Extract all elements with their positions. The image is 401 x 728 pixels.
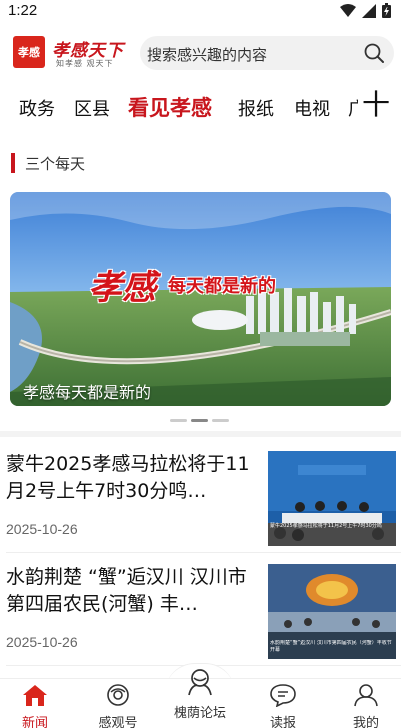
nav-tab-dianshi[interactable]: 电视 [294,95,330,121]
nav-more-button[interactable]: 十 [362,91,390,119]
carousel-indicator [170,419,229,422]
user-icon [354,684,378,707]
nav-tab-zhengwu[interactable]: 政务 [19,95,55,121]
tab-label: 感观号 [98,716,138,728]
tab-read-paper[interactable]: 读报 [248,683,318,728]
nav-tab-kanjian-xiaogan[interactable]: 看见孝感 [128,92,212,122]
section-divider [0,431,401,437]
nav-tab-guangbo[interactable]: 广 [348,95,358,121]
news-title[interactable]: 蒙牛2025孝感马拉松将于11月2号上午7时30分鸣… [6,451,258,505]
search-icon[interactable] [364,43,384,63]
nav-tab-quxian[interactable]: 区县 [74,95,110,121]
wifi-icon [340,3,356,17]
news-title[interactable]: 水韵荆楚 “蟹”逅汉川 汉川市第四届农民(河蟹) 丰… [6,564,258,618]
news-item[interactable]: 水韵荆楚 “蟹”逅汉川 汉川市第四届农民(河蟹) 丰… 2025-10-26 水… [0,554,401,666]
tab-ganguanhao[interactable]: 感观号 [83,683,153,728]
bottom-tab-bar: 新闻 感观号 槐荫论坛 读报 我的 [0,669,401,728]
banner-image [10,192,391,406]
tab-label: 槐荫论坛 [173,706,226,721]
status-bar: 1:22 [0,0,401,24]
press-conference-image [268,451,396,546]
news-separator [6,552,401,553]
logo-seal[interactable]: 孝感 [13,36,45,68]
carousel-dot[interactable] [170,419,187,422]
status-icons [340,3,391,18]
news-date: 2025-10-26 [6,521,78,537]
thumbnail-caption: 蒙牛2025孝感马拉松将于11月2号上午7时30分鸣 [270,523,382,529]
banner-slogan-rest: 每天都是新的 [168,276,276,297]
banner-caption: 孝感每天都是新的 [23,383,152,402]
channel-nav: 政务 区县 看见孝感 报纸 电视 广 十 [0,90,401,126]
battery-icon [382,3,391,18]
discussion-icon [188,669,212,696]
app-header: 孝感 孝感天下 知孝感 观天下 搜索感兴趣的内容 [0,30,401,76]
section-title: 三个每天 [25,155,86,173]
tab-label: 新闻 [21,716,48,728]
chat-bubble-icon [270,684,296,708]
tab-mine[interactable]: 我的 [331,683,401,728]
thumbnail-caption: 水韵荆楚“蟹”逅汉川 汉川市第四届农民（河蟹）丰收节开幕 [270,640,392,653]
nav-tab-baozhi[interactable]: 报纸 [238,95,274,121]
tab-news[interactable]: 新闻 [0,683,70,728]
home-icon [23,685,47,706]
search-placeholder: 搜索感兴趣的内容 [147,46,268,64]
tab-label: 我的 [352,716,379,728]
news-item[interactable]: 蒙牛2025孝感马拉松将于11月2号上午7时30分鸣… 2025-10-26 蒙… [0,441,401,553]
eye-disc-icon [107,684,129,706]
search-bar[interactable]: 搜索感兴趣的内容 [140,36,394,70]
tab-forum[interactable]: 槐荫论坛 [165,667,235,721]
status-time: 1:22 [8,2,38,19]
news-thumbnail[interactable]: 水韵荆楚“蟹”逅汉川 汉川市第四届农民（河蟹）丰收节开幕 [268,564,396,659]
section-accent-bar [11,153,15,173]
carousel-dot[interactable] [212,419,229,422]
tab-label: 读报 [269,716,296,728]
signal-icon [362,3,376,18]
news-thumbnail[interactable]: 蒙牛2025孝感马拉松将于11月2号上午7时30分鸣 [268,451,396,546]
logo-tagline: 知孝感 观天下 [56,59,114,68]
news-date: 2025-10-26 [6,634,78,650]
banner-slogan-city: 孝感 [88,268,156,308]
hero-banner[interactable]: 孝感 每天都是新的 孝感每天都是新的 [10,192,391,406]
carousel-dot-active[interactable] [191,419,208,422]
